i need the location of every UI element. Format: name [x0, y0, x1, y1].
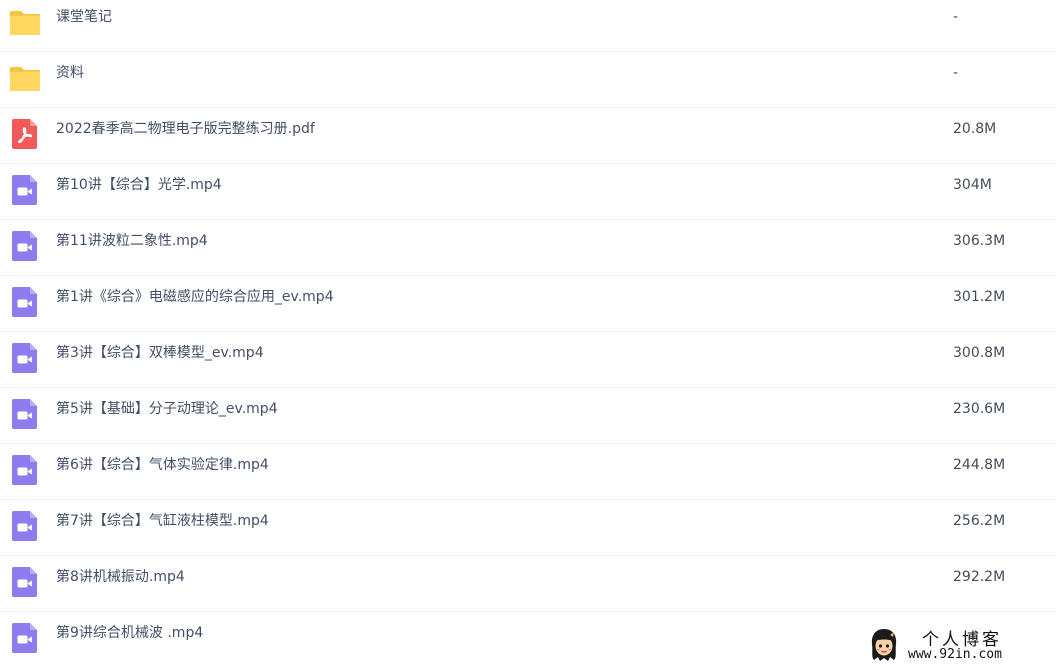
pdf-icon: [9, 118, 41, 150]
file-name[interactable]: 第9讲综合机械波 .mp4: [56, 612, 203, 667]
file-size: 20.8M: [953, 121, 997, 137]
file-name[interactable]: 2022春季高二物理电子版完整练习册.pdf: [56, 108, 315, 164]
file-row[interactable]: 第7讲【综合】气缸液柱模型.mp4 256.2M: [0, 500, 1056, 556]
video-icon: [9, 510, 41, 542]
file-size: 300.8M: [953, 345, 1006, 361]
file-name[interactable]: 第8讲机械振动.mp4: [56, 556, 185, 612]
file-size: 256.2M: [953, 513, 1006, 529]
file-name[interactable]: 第10讲【综合】光学.mp4: [56, 164, 222, 220]
file-name[interactable]: 资料: [56, 52, 84, 108]
file-row[interactable]: 第5讲【基础】分子动理论_ev.mp4 230.6M: [0, 388, 1056, 444]
file-row[interactable]: 第1讲《综合》电磁感应的综合应用_ev.mp4 301.2M: [0, 276, 1056, 332]
watermark-url: www.92in.com: [908, 647, 1002, 662]
video-icon: [9, 286, 41, 318]
mascot-logo: [868, 627, 900, 663]
video-icon: [9, 454, 41, 486]
file-name[interactable]: 第7讲【综合】气缸液柱模型.mp4: [56, 500, 269, 556]
file-name[interactable]: 第6讲【综合】气体实验定律.mp4: [56, 444, 269, 500]
file-list: 课堂笔记 - 资料 - 2022春季高二物理电子版完整练习册.pdf 20.8M…: [0, 0, 1058, 667]
file-row[interactable]: 2022春季高二物理电子版完整练习册.pdf 20.8M: [0, 108, 1056, 164]
file-size: 306.3M: [953, 233, 1006, 249]
file-row[interactable]: 第8讲机械振动.mp4 292.2M: [0, 556, 1056, 612]
video-icon: [9, 398, 41, 430]
video-icon: [9, 622, 41, 654]
video-icon: [9, 566, 41, 598]
file-name[interactable]: 第11讲波粒二象性.mp4: [56, 220, 208, 276]
file-size: 244.8M: [953, 457, 1006, 473]
file-size: 301.2M: [953, 289, 1006, 305]
file-row[interactable]: 课堂笔记 -: [0, 0, 1056, 52]
file-row[interactable]: 第11讲波粒二象性.mp4 306.3M: [0, 220, 1056, 276]
video-icon: [9, 342, 41, 374]
file-size: -: [953, 65, 959, 81]
file-row[interactable]: 第6讲【综合】气体实验定律.mp4 244.8M: [0, 444, 1056, 500]
file-name[interactable]: 第5讲【基础】分子动理论_ev.mp4: [56, 388, 278, 444]
file-size: 292.2M: [953, 569, 1006, 585]
folder-icon: [9, 62, 41, 94]
video-icon: [9, 174, 41, 206]
file-size: -: [953, 9, 959, 25]
video-icon: [9, 230, 41, 262]
blog-watermark: 个人博客 www.92in.com: [862, 623, 1058, 667]
file-name[interactable]: 课堂笔记: [56, 0, 112, 52]
file-row[interactable]: 第3讲【综合】双棒模型_ev.mp4 300.8M: [0, 332, 1056, 388]
folder-icon: [9, 6, 41, 38]
file-name[interactable]: 第1讲《综合》电磁感应的综合应用_ev.mp4: [56, 276, 334, 332]
file-size: 304M: [953, 177, 992, 193]
file-row[interactable]: 第10讲【综合】光学.mp4 304M: [0, 164, 1056, 220]
file-row[interactable]: 资料 -: [0, 52, 1056, 108]
file-name[interactable]: 第3讲【综合】双棒模型_ev.mp4: [56, 332, 264, 388]
file-size: 230.6M: [953, 401, 1006, 417]
